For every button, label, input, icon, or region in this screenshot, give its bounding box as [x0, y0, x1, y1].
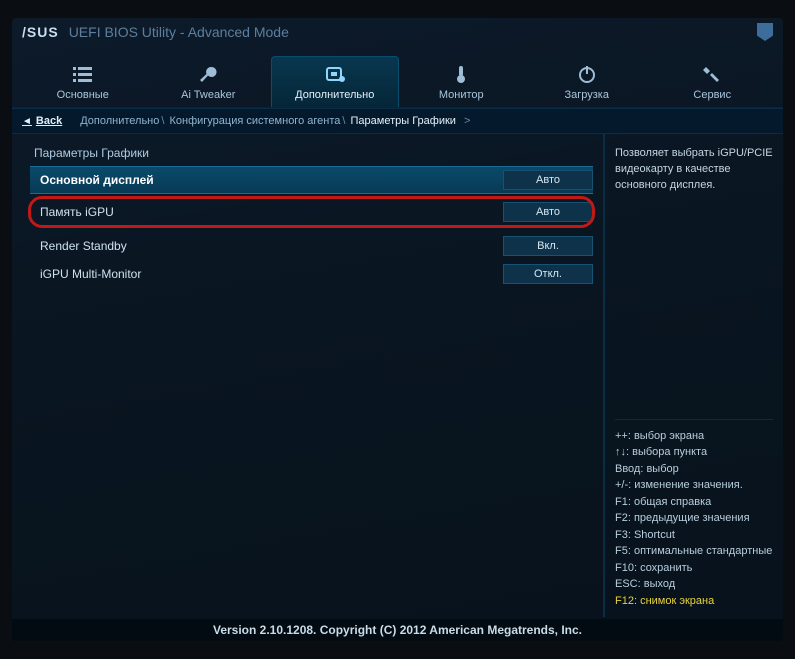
legend-f1: F1: общая справка	[615, 494, 773, 511]
legend-f10: F10: сохранить	[615, 560, 773, 577]
back-button[interactable]: ◄ Back	[12, 109, 76, 133]
chip-icon	[323, 63, 347, 85]
key-legend: ++: выбор экрана ↑↓: выбора пункта Ввод:…	[615, 419, 773, 610]
exit-icon[interactable]	[757, 23, 773, 41]
wrench-icon	[196, 63, 220, 85]
tab-tweaker[interactable]: Ai Tweaker	[146, 57, 272, 107]
tab-bar: Основные Ai Tweaker Дополнительно Монито…	[12, 46, 783, 108]
brand-logo: /SUS	[22, 24, 59, 40]
tab-service[interactable]: Сервис	[650, 57, 776, 107]
breadcrumb: ◄ Back Дополнительно\ Конфигурация систе…	[12, 108, 783, 134]
help-panel: Позволяет выбрать iGPU/PCIE видеокарту в…	[603, 134, 783, 617]
legend-f3: F3: Shortcut	[615, 527, 773, 544]
footer-version: Version 2.10.1208. Copyright (C) 2012 Am…	[12, 619, 783, 641]
setting-label: Память iGPU	[40, 205, 503, 219]
setting-value-dropdown[interactable]: Авто	[503, 170, 593, 190]
setting-value-dropdown[interactable]: Авто	[503, 202, 593, 222]
legend-arrows-lr: ++: выбор экрана	[615, 428, 773, 445]
list-icon	[71, 63, 95, 85]
crumb-segment[interactable]: Дополнительно	[80, 115, 159, 127]
tab-label: Дополнительно	[295, 89, 374, 101]
back-label: Back	[36, 115, 62, 127]
legend-f2: F2: предыдущие значения	[615, 510, 773, 527]
panel-title: Параметры Графики	[30, 144, 593, 166]
legend-arrows-ud: ↑↓: выбора пункта	[615, 444, 773, 461]
power-icon	[575, 63, 599, 85]
tab-label: Ai Tweaker	[181, 89, 235, 101]
legend-plusminus: +/-: изменение значения.	[615, 477, 773, 494]
tab-advanced[interactable]: Дополнительно	[271, 56, 399, 107]
settings-panel: Параметры Графики Основной дисплей Авто …	[12, 134, 603, 617]
utility-title: UEFI BIOS Utility - Advanced Mode	[69, 24, 289, 40]
thermometer-icon	[449, 63, 473, 85]
highlighted-row: Память iGPU Авто	[28, 196, 595, 228]
legend-f5: F5: оптимальные стандартные	[615, 543, 773, 560]
tab-monitor[interactable]: Монитор	[399, 57, 525, 107]
tab-label: Загрузка	[565, 89, 609, 101]
setting-row-primary-display[interactable]: Основной дисплей Авто	[30, 166, 593, 194]
legend-esc: ESC: выход	[615, 576, 773, 593]
tool-icon	[700, 63, 724, 85]
tab-boot[interactable]: Загрузка	[524, 57, 650, 107]
title-bar: /SUS UEFI BIOS Utility - Advanced Mode	[12, 18, 783, 46]
setting-row-igpu-memory[interactable]: Память iGPU Авто	[30, 198, 593, 226]
setting-row-igpu-multi-monitor[interactable]: iGPU Multi-Monitor Откл.	[30, 260, 593, 288]
setting-label: Основной дисплей	[40, 173, 503, 187]
tab-label: Основные	[57, 89, 109, 101]
legend-enter: Ввод: выбор	[615, 461, 773, 478]
tab-main[interactable]: Основные	[20, 57, 146, 107]
setting-value-dropdown[interactable]: Вкл.	[503, 236, 593, 256]
setting-label: Render Standby	[40, 239, 503, 253]
setting-label: iGPU Multi-Monitor	[40, 267, 503, 281]
help-text: Позволяет выбрать iGPU/PCIE видеокарту в…	[615, 146, 773, 194]
legend-f12: F12: снимок экрана	[615, 593, 773, 610]
setting-row-render-standby[interactable]: Render Standby Вкл.	[30, 232, 593, 260]
crumb-segment-active: Параметры Графики	[351, 115, 456, 127]
tab-label: Сервис	[693, 89, 731, 101]
crumb-segment[interactable]: Конфигурация системного агента	[170, 115, 341, 127]
tab-label: Монитор	[439, 89, 484, 101]
setting-value-dropdown[interactable]: Откл.	[503, 264, 593, 284]
back-arrow-icon: ◄	[22, 116, 32, 127]
